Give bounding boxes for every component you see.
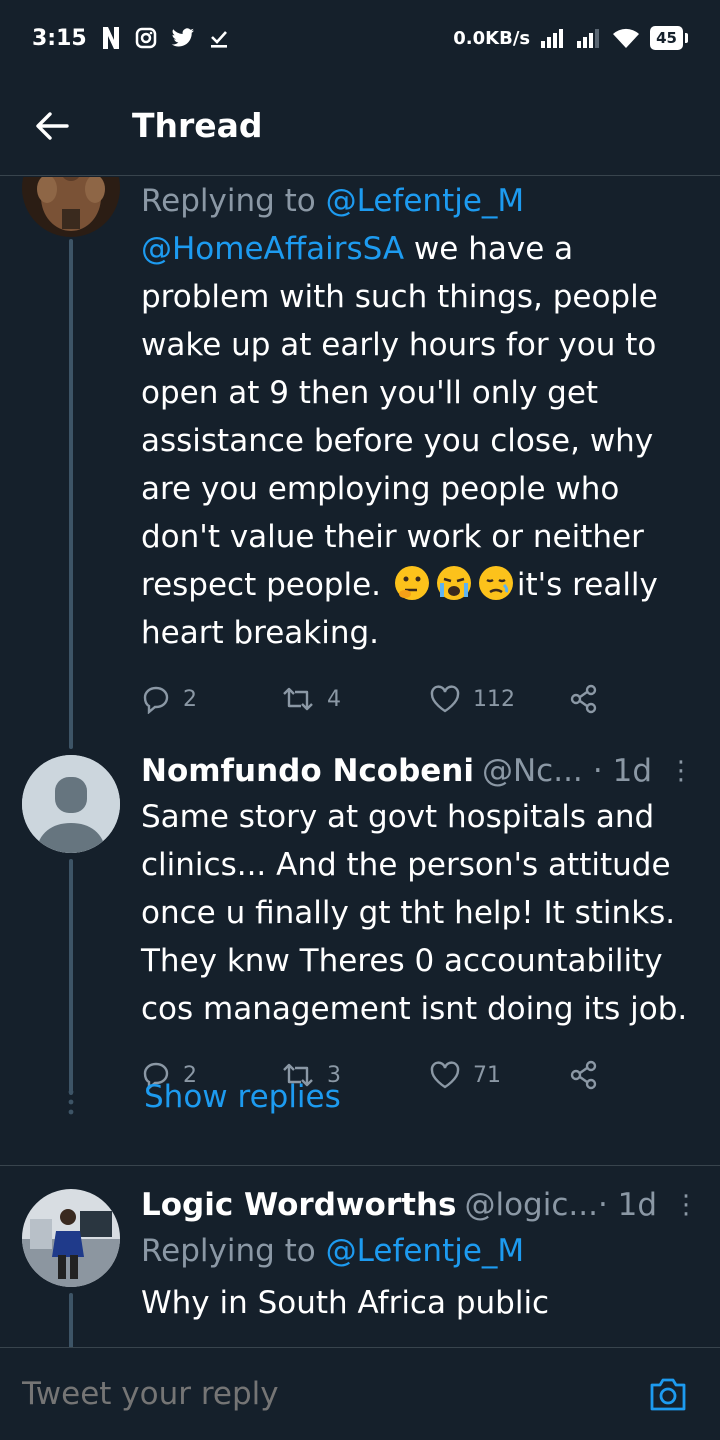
instagram-icon [135,27,157,49]
camera-button[interactable] [648,1374,688,1414]
tweet-time: · 1d [592,753,652,789]
status-time: 3:15 [32,25,87,51]
reply-bar [0,1347,720,1440]
network-speed: 0.0KB/s [453,27,531,49]
reply-button[interactable]: 2 [141,684,281,714]
share-icon [570,1060,597,1090]
tweet[interactable]: Nomfundo Ncobeni @Nc... · 1d ⋮ Same stor… [0,747,720,1165]
avatar[interactable] [22,755,120,853]
avatar[interactable] [22,177,120,237]
tweet-text: @HomeAffairsSA we have a problem with su… [141,231,658,651]
like-count: 71 [473,1062,501,1088]
battery-icon: 45 [650,26,688,50]
thinking-face-emoji [392,563,432,603]
tweet-text: Same story at govt hospitals and clinics… [141,799,688,1027]
display-name[interactable]: Nomfundo Ncobeni [141,753,474,789]
reply-icon [143,686,169,714]
netflix-icon [101,26,121,50]
replying-to: Replying to @Lefentje_M [141,183,525,219]
mention-link[interactable]: @HomeAffairsSA [141,231,404,267]
retweet-count: 4 [327,686,341,712]
tweet[interactable]: Replying to @Lefentje_M @HomeAffairsSA w… [0,177,720,749]
reply-input[interactable] [22,1376,648,1412]
signal-icon-2 [576,27,602,49]
camera-icon [650,1378,686,1411]
sad-face-emoji [476,563,516,603]
retweet-button[interactable]: 4 [281,684,429,714]
battery-level: 45 [650,26,683,50]
arrow-left-icon [36,111,69,140]
tweet[interactable]: Logic Wordworths @logic... · 1d ⋮ Replyi… [0,1181,720,1347]
crying-face-emoji [434,563,474,603]
tweet-time: · 1d [597,1187,658,1223]
download-done-icon [209,27,229,49]
page-title: Thread [132,106,263,145]
replying-to-link[interactable]: @Lefentje_M [326,183,525,219]
more-options-icon[interactable]: ⋮ [668,756,694,786]
tweet-actions: 2 4 112 [141,669,694,729]
more-thread-dots-icon [68,1089,74,1115]
thread-feed[interactable]: Replying to @Lefentje_M @HomeAffairsSA w… [0,177,720,1347]
wifi-icon [612,27,640,49]
tweet-text: Why in South Africa public [141,1285,550,1321]
display-name[interactable]: Logic Wordworths [141,1187,456,1223]
more-options-icon[interactable]: ⋮ [673,1190,699,1220]
heart-icon [430,1061,460,1089]
user-handle[interactable]: @Nc... [482,753,583,789]
heart-icon [430,685,460,713]
status-bar: 3:15 0.0KB/s 45 [0,0,720,76]
retweet-icon [283,687,313,711]
top-bar: Thread [0,76,720,176]
signal-icon [540,27,566,49]
back-button[interactable] [0,76,104,176]
twitter-icon [171,28,195,48]
share-button[interactable] [569,1060,599,1090]
divider [0,1165,720,1166]
replying-to-link[interactable]: @Lefentje_M [326,1233,525,1269]
tweet-header: Logic Wordworths @logic... · 1d ⋮ [141,1183,699,1227]
replying-to: Replying to @Lefentje_M [141,1233,525,1269]
like-button[interactable]: 71 [429,1060,569,1090]
avatar[interactable] [22,1189,120,1287]
user-handle[interactable]: @logic... [464,1187,597,1223]
like-button[interactable]: 112 [429,684,569,714]
reply-count: 2 [183,686,197,712]
tweet-header: Nomfundo Ncobeni @Nc... · 1d ⋮ [141,749,694,793]
share-button[interactable] [569,684,599,714]
show-replies-link[interactable]: Show replies [144,1079,341,1115]
share-icon [570,684,597,714]
like-count: 112 [473,686,515,712]
